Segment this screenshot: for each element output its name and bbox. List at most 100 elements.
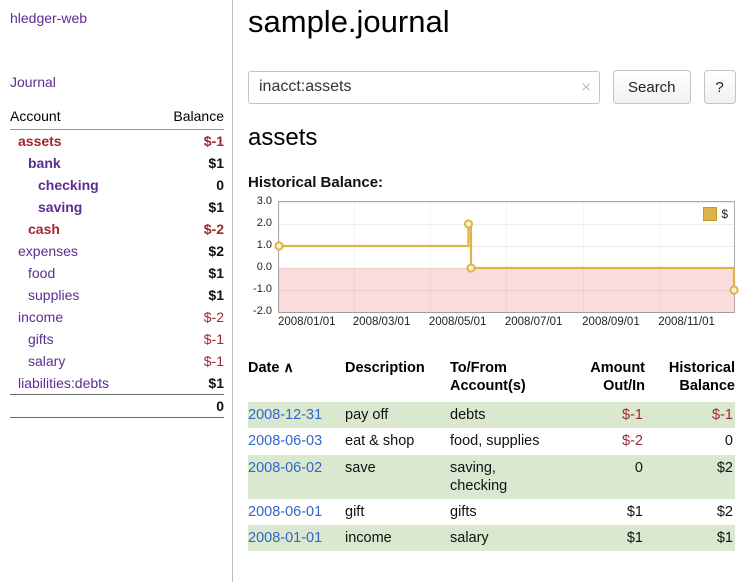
data-point-marker (275, 242, 282, 249)
account-row: expenses $2 (10, 240, 224, 262)
date-link[interactable]: 2008-06-03 (248, 433, 322, 449)
register-header-row: Date ∧ Description To/From Account(s) Am… (248, 359, 735, 402)
register-header-date[interactable]: Date ∧ (248, 359, 345, 402)
transaction-date: 2008-06-03 (248, 428, 345, 454)
search-button[interactable]: Search (613, 70, 691, 104)
account-balance: 0 (152, 174, 224, 196)
data-point-marker (467, 264, 474, 271)
transaction-balance: $2 (645, 499, 735, 525)
transaction-amount: $-1 (560, 402, 645, 428)
transaction-date: 2008-01-01 (248, 525, 345, 551)
account-row: bank $1 (10, 152, 224, 174)
account-link[interactable]: cash (10, 221, 60, 237)
account-balance: $1 (152, 284, 224, 306)
sidebar-item-journal[interactable]: Journal (10, 74, 224, 90)
x-tick-label: 2008/05/01 (429, 316, 487, 328)
account-balance: $1 (152, 196, 224, 218)
transaction-balance: $-1 (645, 402, 735, 428)
legend-swatch-icon (703, 207, 717, 221)
register-row: 2008-12-31pay offdebts$-1$-1 (248, 402, 735, 428)
account-balance: $-2 (152, 218, 224, 240)
app-title-link[interactable]: hledger-web (10, 10, 224, 26)
x-tick-label: 2008/07/01 (505, 316, 563, 328)
transaction-amount: $-2 (560, 428, 645, 454)
account-balance: $-1 (152, 328, 224, 350)
account-link[interactable]: food (10, 265, 55, 281)
search-input[interactable] (248, 71, 600, 104)
main-content: sample.journal × Search ? assets Histori… (233, 0, 742, 582)
account-balance: $1 (152, 152, 224, 174)
date-link[interactable]: 2008-06-02 (248, 460, 322, 476)
chart-title: Historical Balance: (248, 174, 736, 191)
h-gridline (279, 312, 734, 313)
y-tick-label: 0.0 (257, 261, 272, 273)
transaction-amount: $1 (560, 525, 645, 551)
account-link[interactable]: assets (10, 133, 62, 149)
x-tick-label: 2008/11/01 (658, 316, 715, 328)
account-link[interactable]: liabilities:debts (10, 375, 109, 391)
transaction-date: 2008-06-02 (248, 455, 345, 499)
accounts-total-balance: 0 (152, 395, 224, 418)
transaction-amount: 0 (560, 455, 645, 499)
account-row: salary $-1 (10, 350, 224, 372)
transaction-date: 2008-12-31 (248, 402, 345, 428)
account-link[interactable]: checking (10, 177, 99, 193)
y-tick-label: 1.0 (257, 239, 272, 251)
register-header-amount: Amount Out/In (560, 359, 645, 402)
chart-legend: $ (703, 207, 728, 221)
y-tick-label: 3.0 (257, 195, 272, 207)
account-row: liabilities:debts $1 (10, 372, 224, 395)
search-bar: × Search ? (248, 70, 736, 104)
chart-line-svg (279, 202, 734, 312)
account-link[interactable]: income (10, 309, 63, 325)
account-row: cash $-2 (10, 218, 224, 240)
account-link[interactable]: bank (10, 155, 61, 171)
chart-plot-area: $ (278, 201, 735, 313)
help-button[interactable]: ? (704, 70, 736, 104)
register-table: Date ∧ Description To/From Account(s) Am… (248, 359, 735, 551)
date-link[interactable]: 2008-06-01 (248, 504, 322, 520)
register-header-balance: Historical Balance (645, 359, 735, 402)
sort-ascending-icon: ∧ (283, 359, 293, 375)
accounts-header-row: Account Balance (10, 104, 224, 130)
historical-balance-chart: 3.02.01.00.0-1.0-2.0 $ 2008/01/012008/03… (248, 201, 736, 333)
account-row: supplies $1 (10, 284, 224, 306)
chart-y-axis: 3.02.01.00.0-1.0-2.0 (248, 201, 275, 313)
date-link[interactable]: 2008-12-31 (248, 407, 322, 423)
account-balance: $2 (152, 240, 224, 262)
account-link[interactable]: supplies (10, 287, 79, 303)
account-row: checking 0 (10, 174, 224, 196)
account-balance: $-1 (152, 350, 224, 372)
x-tick-label: 2008/01/01 (278, 316, 336, 328)
data-point-marker (465, 220, 472, 227)
register-header-description: Description (345, 359, 450, 402)
transaction-description: save (345, 455, 450, 499)
chart-x-axis: 2008/01/012008/03/012008/05/012008/07/01… (278, 316, 735, 332)
transaction-accounts: food, supplies (450, 428, 560, 454)
clear-search-icon[interactable]: × (581, 79, 591, 96)
balance-step-line (279, 224, 734, 290)
data-point-marker (730, 286, 737, 293)
account-balance: $1 (152, 372, 224, 395)
account-link[interactable]: saving (10, 199, 82, 215)
transaction-balance: $1 (645, 525, 735, 551)
date-link[interactable]: 2008-01-01 (248, 530, 322, 546)
y-tick-label: -1.0 (253, 283, 272, 295)
account-balance: $-1 (152, 130, 224, 153)
accounts-header-balance: Balance (152, 104, 224, 130)
register-row: 2008-06-03eat & shopfood, supplies$-20 (248, 428, 735, 454)
page-title: sample.journal (248, 4, 736, 40)
transaction-date: 2008-06-01 (248, 499, 345, 525)
account-link[interactable]: gifts (10, 331, 54, 347)
account-link[interactable]: expenses (10, 243, 78, 259)
transaction-accounts: gifts (450, 499, 560, 525)
transaction-amount: $1 (560, 499, 645, 525)
register-header-accounts: To/From Account(s) (450, 359, 560, 402)
search-box: × (248, 71, 600, 104)
account-balance: $1 (152, 262, 224, 284)
accounts-header-account: Account (10, 104, 152, 130)
account-row: saving $1 (10, 196, 224, 218)
account-row: assets $-1 (10, 130, 224, 153)
sidebar: hledger-web Journal Account Balance asse… (0, 0, 233, 582)
account-link[interactable]: salary (10, 353, 65, 369)
